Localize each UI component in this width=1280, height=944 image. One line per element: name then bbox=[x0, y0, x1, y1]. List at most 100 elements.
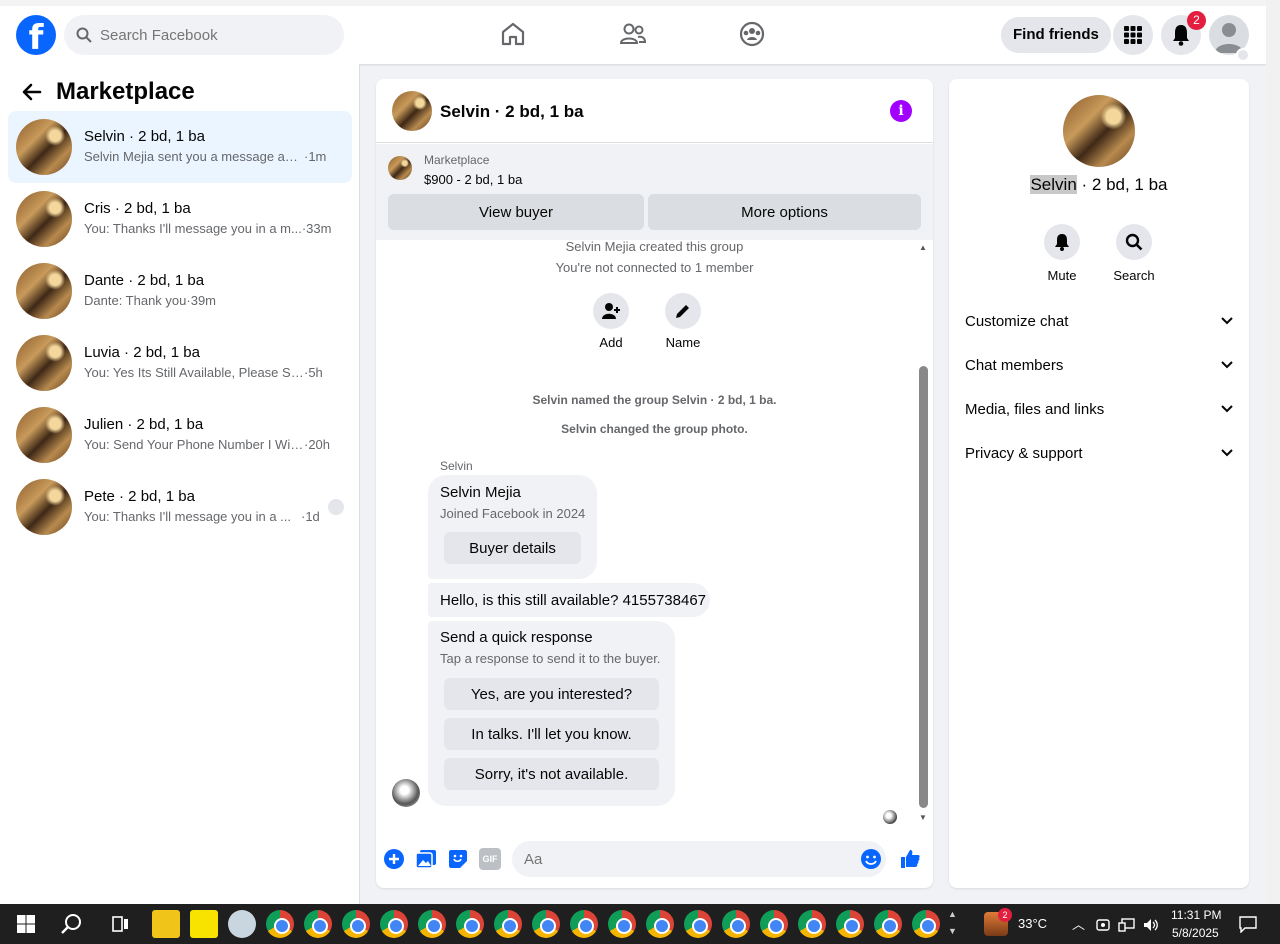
quick-response-talks-button[interactable]: In talks. I'll let you know. bbox=[444, 718, 659, 750]
chat-scrollbar[interactable]: ▲ ▼ bbox=[917, 241, 931, 826]
task-view-icon[interactable] bbox=[106, 910, 134, 938]
chrome-icon[interactable] bbox=[342, 910, 370, 938]
privacy-support-section[interactable]: Privacy & support bbox=[965, 433, 1233, 473]
conversation-item[interactable]: Selvin · 2 bd, 1 ba Selvin Mejia sent yo… bbox=[8, 111, 352, 183]
pencil-icon bbox=[676, 305, 689, 318]
taskbar-scroll-icon[interactable]: ▲ ▼ bbox=[948, 906, 957, 940]
listing-thumbnail bbox=[16, 119, 72, 175]
sidebar-title: Marketplace bbox=[56, 78, 195, 105]
groups-icon[interactable] bbox=[736, 18, 768, 50]
paint-app-icon[interactable] bbox=[228, 910, 256, 938]
chrome-icon[interactable] bbox=[532, 910, 560, 938]
conversation-item[interactable]: Cris · 2 bd, 1 ba You: Thanks I'll messa… bbox=[8, 183, 352, 255]
tray-chevron-up-icon[interactable]: ︿ bbox=[1072, 914, 1085, 933]
mute-label: Mute bbox=[1047, 268, 1077, 283]
chrome-icon[interactable] bbox=[304, 910, 332, 938]
name-label: Name bbox=[665, 335, 701, 350]
mute-action[interactable]: Mute bbox=[1032, 224, 1092, 283]
chrome-icon[interactable] bbox=[760, 910, 788, 938]
sticker-icon[interactable] bbox=[447, 848, 469, 870]
chrome-icon[interactable] bbox=[266, 910, 294, 938]
search-icon bbox=[1125, 233, 1143, 251]
conversation-time: ·39m bbox=[186, 293, 217, 308]
chat-photo bbox=[1063, 95, 1135, 167]
conversation-time: ·1d bbox=[301, 509, 320, 524]
scroll-down-arrow-icon[interactable]: ▼ bbox=[919, 813, 927, 822]
find-friends-button[interactable]: Find friends bbox=[1001, 17, 1111, 53]
home-icon[interactable] bbox=[497, 18, 529, 50]
sticky-notes-icon[interactable] bbox=[190, 910, 218, 938]
conversation-time: ·33m bbox=[301, 221, 332, 236]
sender-avatar[interactable] bbox=[392, 779, 420, 807]
group-created-text: Selvin Mejia created this group bbox=[565, 241, 744, 254]
search-action[interactable]: Search bbox=[1104, 224, 1164, 283]
windows-start-icon[interactable] bbox=[12, 910, 40, 938]
conversation-item[interactable]: Pete · 2 bd, 1 ba You: Thanks I'll messa… bbox=[8, 471, 352, 543]
view-buyer-button[interactable]: View buyer bbox=[388, 194, 644, 230]
chrome-icon[interactable] bbox=[722, 910, 750, 938]
add-member-action[interactable]: Add bbox=[581, 293, 641, 350]
info-title-highlight: Selvin bbox=[1030, 175, 1077, 194]
chrome-icon[interactable] bbox=[456, 910, 484, 938]
search-input[interactable] bbox=[100, 26, 320, 44]
thumbs-up-icon[interactable] bbox=[899, 848, 921, 870]
back-arrow-icon[interactable] bbox=[20, 80, 44, 104]
network-icon[interactable] bbox=[1118, 917, 1136, 933]
conversation-item[interactable]: Luvia · 2 bd, 1 ba You: Yes Its Still Av… bbox=[8, 327, 352, 399]
chrome-icon[interactable] bbox=[646, 910, 674, 938]
chrome-icon[interactable] bbox=[836, 910, 864, 938]
info-icon[interactable]: i bbox=[890, 100, 912, 122]
conversation-item[interactable]: Julien · 2 bd, 1 ba You: Send Your Phone… bbox=[8, 399, 352, 471]
page-scrollbar[interactable] bbox=[1266, 0, 1280, 904]
message-bubble[interactable]: Hello, is this still available? 41557384… bbox=[428, 583, 710, 617]
conversation-item[interactable]: Dante · 2 bd, 1 ba Dante: Thank you ·39m bbox=[8, 255, 352, 327]
chat-title[interactable]: Selvin · 2 bd, 1 ba bbox=[440, 102, 584, 122]
chrome-icon[interactable] bbox=[798, 910, 826, 938]
chrome-icon[interactable] bbox=[684, 910, 712, 938]
quick-response-sorry-button[interactable]: Sorry, it's not available. bbox=[444, 758, 659, 790]
clock-time[interactable]: 11:31 PM bbox=[1171, 908, 1221, 922]
more-options-button[interactable]: More options bbox=[648, 194, 921, 230]
notification-center-icon[interactable] bbox=[1238, 915, 1258, 933]
listing-thumbnail bbox=[16, 335, 72, 391]
menu-button[interactable] bbox=[1113, 15, 1153, 55]
scroll-up-arrow-icon[interactable]: ▲ bbox=[919, 243, 927, 252]
chevron-down-icon bbox=[1221, 449, 1233, 457]
chat-members-section[interactable]: Chat members bbox=[965, 345, 1233, 385]
chat-info-panel: Selvin · 2 bd, 1 ba Mute Search Customiz… bbox=[949, 79, 1249, 888]
conversation-sidebar: Marketplace Selvin · 2 bd, 1 ba Selvin M… bbox=[0, 64, 360, 904]
chrome-icon[interactable] bbox=[608, 910, 636, 938]
volume-icon[interactable] bbox=[1142, 916, 1160, 934]
chrome-icon[interactable] bbox=[874, 910, 902, 938]
customize-chat-section[interactable]: Customize chat bbox=[965, 301, 1233, 341]
chat-scroll-thumb[interactable] bbox=[919, 366, 928, 808]
temperature-text: 33°C bbox=[1018, 916, 1048, 931]
message-text: Hello, is this still available? 41557384… bbox=[440, 592, 707, 609]
plus-circle-icon[interactable] bbox=[383, 848, 405, 870]
listing-price[interactable]: $900 - 2 bd, 1 ba bbox=[424, 172, 522, 187]
buyer-details-button[interactable]: Buyer details bbox=[444, 532, 581, 564]
gif-icon[interactable]: GIF bbox=[479, 848, 501, 870]
clock-date[interactable]: 5/8/2025 bbox=[1172, 926, 1219, 940]
facebook-logo-icon[interactable]: f bbox=[16, 15, 56, 55]
chat-thumbnail[interactable] bbox=[392, 91, 432, 131]
taskbar-search-icon[interactable] bbox=[58, 910, 86, 938]
chrome-icon[interactable] bbox=[570, 910, 598, 938]
file-explorer-icon[interactable] bbox=[152, 910, 180, 938]
photo-icon[interactable] bbox=[415, 848, 437, 870]
chrome-icon[interactable] bbox=[380, 910, 408, 938]
chrome-icon[interactable] bbox=[494, 910, 522, 938]
chrome-icon[interactable] bbox=[912, 910, 940, 938]
meet-now-icon[interactable] bbox=[1095, 917, 1111, 933]
name-group-action[interactable]: Name bbox=[653, 293, 713, 350]
search-icon bbox=[76, 27, 92, 43]
message-input[interactable] bbox=[512, 841, 886, 877]
account-chevron-icon[interactable] bbox=[1236, 48, 1250, 62]
chrome-icon[interactable] bbox=[418, 910, 446, 938]
friends-icon[interactable] bbox=[617, 18, 649, 50]
quick-response-yes-button[interactable]: Yes, are you interested? bbox=[444, 678, 659, 710]
media-files-section[interactable]: Media, files and links bbox=[965, 389, 1233, 429]
search-box[interactable] bbox=[64, 15, 344, 55]
emoji-icon[interactable] bbox=[860, 848, 882, 870]
listing-thumbnail bbox=[16, 407, 72, 463]
